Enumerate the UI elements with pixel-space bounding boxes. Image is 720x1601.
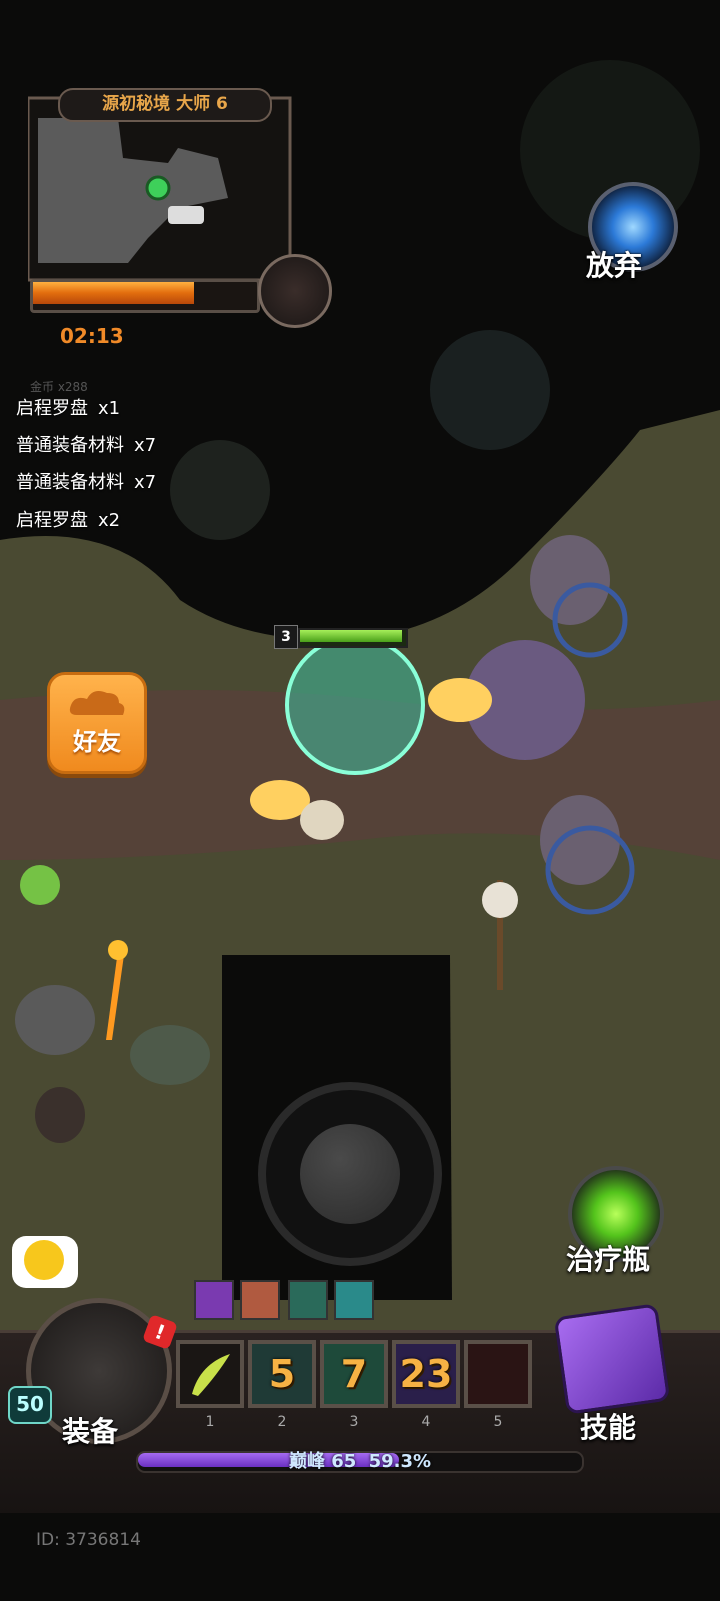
player-id: ID: 3736814 (36, 1530, 141, 1550)
cloud-icon (69, 691, 125, 715)
character-level: 50 (8, 1386, 52, 1424)
slot-index: 5 (493, 1414, 503, 1430)
xp-tier: 巅峰 (288, 1451, 325, 1472)
dungeon-title: 源初秘境 大师 6 (58, 88, 272, 122)
skill-slot-count: 23 (399, 1352, 453, 1396)
buff-icon (334, 1280, 374, 1320)
loot-item: 启程罗盘 x1 (16, 398, 121, 419)
slot-index: 3 (349, 1414, 359, 1430)
equipment-label: 装备 (62, 1415, 119, 1448)
skills-button[interactable] (553, 1303, 671, 1415)
loot-item: 普通装备材料 x7 (16, 472, 157, 493)
slot-index: 1 (205, 1414, 215, 1430)
abandon-label: 放弃 (586, 249, 643, 282)
skill-slot-count: 5 (268, 1352, 296, 1396)
smiley-icon (24, 1240, 64, 1280)
loot-item: 启程罗盘 x2 (16, 510, 121, 531)
skill-slot[interactable] (176, 1340, 244, 1408)
friend-label: 好友 (73, 728, 121, 756)
skill-slot[interactable]: 23 (392, 1340, 460, 1408)
skill-slot-count: 7 (340, 1352, 368, 1396)
slot-index: 4 (421, 1414, 431, 1430)
buff-icon (240, 1280, 280, 1320)
dungeon-timer: 02:13 (60, 324, 124, 348)
buff-icon (288, 1280, 328, 1320)
xp-level: 65 (331, 1451, 357, 1472)
skill-slot-empty[interactable] (464, 1340, 532, 1408)
dungeon-progress-fill (33, 282, 195, 304)
slot-index: 2 (277, 1414, 287, 1430)
coin-ghost-text: 金币 x288 (30, 380, 88, 394)
buff-icon (194, 1280, 234, 1320)
skill-slot[interactable]: 7 (320, 1340, 388, 1408)
xp-text: 巅峰 65 59.3% (136, 1447, 584, 1473)
loot-item: 普通装备材料 x7 (16, 435, 157, 456)
friend-button[interactable]: 好友 (47, 672, 147, 774)
leaf-blade-icon (192, 1354, 230, 1396)
potion-label: 治疗瓶 (566, 1243, 651, 1276)
xp-percent: 59.3% (368, 1451, 432, 1472)
boss-skull-icon (258, 254, 332, 328)
player-level-badge: 3 (274, 625, 298, 649)
skills-label: 技能 (580, 1411, 637, 1444)
joystick-knob[interactable] (300, 1124, 400, 1224)
skill-slot[interactable]: 5 (248, 1340, 316, 1408)
player-hp-fill (300, 630, 402, 642)
